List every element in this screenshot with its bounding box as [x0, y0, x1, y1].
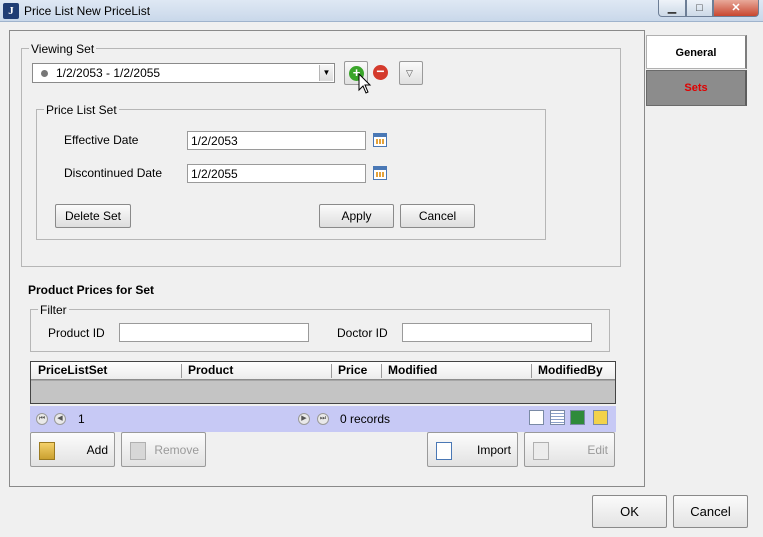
grid-body[interactable]: [31, 381, 615, 403]
product-id-label: Product ID: [48, 326, 105, 340]
import-button-label: Import: [476, 443, 511, 457]
edit-icon: [533, 442, 549, 460]
bullet-icon: [41, 70, 48, 77]
discontinued-date-label: Discontinued Date: [64, 166, 163, 180]
last-page-icon[interactable]: ⏭: [317, 413, 329, 425]
minimize-button[interactable]: ▁: [658, 0, 686, 17]
import-icon: [436, 442, 452, 460]
excel-export-icon[interactable]: [570, 410, 585, 425]
doctor-id-label: Doctor ID: [337, 326, 388, 340]
edit-button-label: Edit: [587, 443, 608, 457]
viewing-set-select[interactable]: 1/2/2053 - 1/2/2055 ▼: [32, 63, 335, 83]
apply-button[interactable]: Apply: [319, 204, 394, 228]
remove-set-button[interactable]: −: [373, 64, 388, 80]
column-divider: [531, 364, 532, 378]
app-logo-icon: J: [3, 3, 19, 19]
viewing-set-value: 1/2/2053 - 1/2/2055: [56, 66, 161, 80]
page-number: 1: [78, 412, 85, 426]
remove-button[interactable]: Remove: [121, 432, 206, 467]
calendar-icon[interactable]: [373, 133, 387, 147]
add-item-icon: [39, 442, 55, 460]
column-header-modifiedby[interactable]: ModifiedBy: [538, 363, 603, 377]
product-prices-heading: Product Prices for Set: [28, 283, 155, 297]
table-icon[interactable]: [550, 410, 565, 425]
grid-pager: ⏮ ◀ 1 ▶ ⏭ 0 records: [30, 406, 616, 432]
window-title: Price List New PriceList: [24, 4, 151, 18]
filter-label: Filter: [38, 303, 69, 317]
tab-general[interactable]: General: [646, 35, 747, 69]
grid-header: PriceListSet Product Price Modified Modi…: [31, 362, 615, 380]
close-button[interactable]: ✕: [713, 0, 759, 17]
import-button[interactable]: Import: [427, 432, 518, 467]
product-prices-grid: PriceListSet Product Price Modified Modi…: [30, 361, 616, 404]
tab-sets[interactable]: Sets: [646, 70, 747, 106]
ok-button[interactable]: OK: [592, 495, 667, 528]
column-header-price[interactable]: Price: [338, 363, 367, 377]
product-id-input[interactable]: [119, 323, 309, 342]
doctor-id-input[interactable]: [402, 323, 592, 342]
column-divider: [331, 364, 332, 378]
mouse-cursor-icon: [358, 73, 372, 94]
viewing-set-label: Viewing Set: [29, 42, 97, 56]
triangle-down-icon: ▽: [406, 68, 413, 78]
maximize-button[interactable]: □: [686, 0, 713, 17]
edit-button[interactable]: Edit: [524, 432, 615, 467]
calendar-icon[interactable]: [373, 166, 387, 180]
add-button[interactable]: Add: [30, 432, 115, 467]
edit-note-icon[interactable]: [593, 410, 608, 425]
copy-icon[interactable]: [529, 410, 544, 425]
column-divider: [181, 364, 182, 378]
next-page-icon[interactable]: ▶: [298, 413, 310, 425]
column-header-pricelistset[interactable]: PriceListSet: [38, 363, 107, 377]
effective-date-input[interactable]: 1/2/2053: [187, 131, 366, 150]
set-menu-button[interactable]: ▽: [399, 61, 423, 85]
remove-button-label: Remove: [154, 443, 199, 457]
cancel-button[interactable]: Cancel: [673, 495, 748, 528]
remove-item-icon: [130, 442, 146, 460]
first-page-icon[interactable]: ⏮: [36, 413, 48, 425]
title-bar: J Price List New PriceList: [0, 0, 763, 22]
chevron-down-icon[interactable]: ▼: [319, 65, 333, 81]
add-button-label: Add: [86, 443, 108, 457]
column-divider: [381, 364, 382, 378]
cancel-set-button[interactable]: Cancel: [400, 204, 475, 228]
delete-set-button[interactable]: Delete Set: [55, 204, 131, 228]
previous-page-icon[interactable]: ◀: [54, 413, 66, 425]
effective-date-label: Effective Date: [64, 133, 139, 147]
column-header-product[interactable]: Product: [188, 363, 233, 377]
price-list-set-label: Price List Set: [44, 103, 119, 117]
column-header-modified[interactable]: Modified: [388, 363, 437, 377]
discontinued-date-input[interactable]: 1/2/2055: [187, 164, 366, 183]
record-count: 0 records: [340, 412, 391, 426]
